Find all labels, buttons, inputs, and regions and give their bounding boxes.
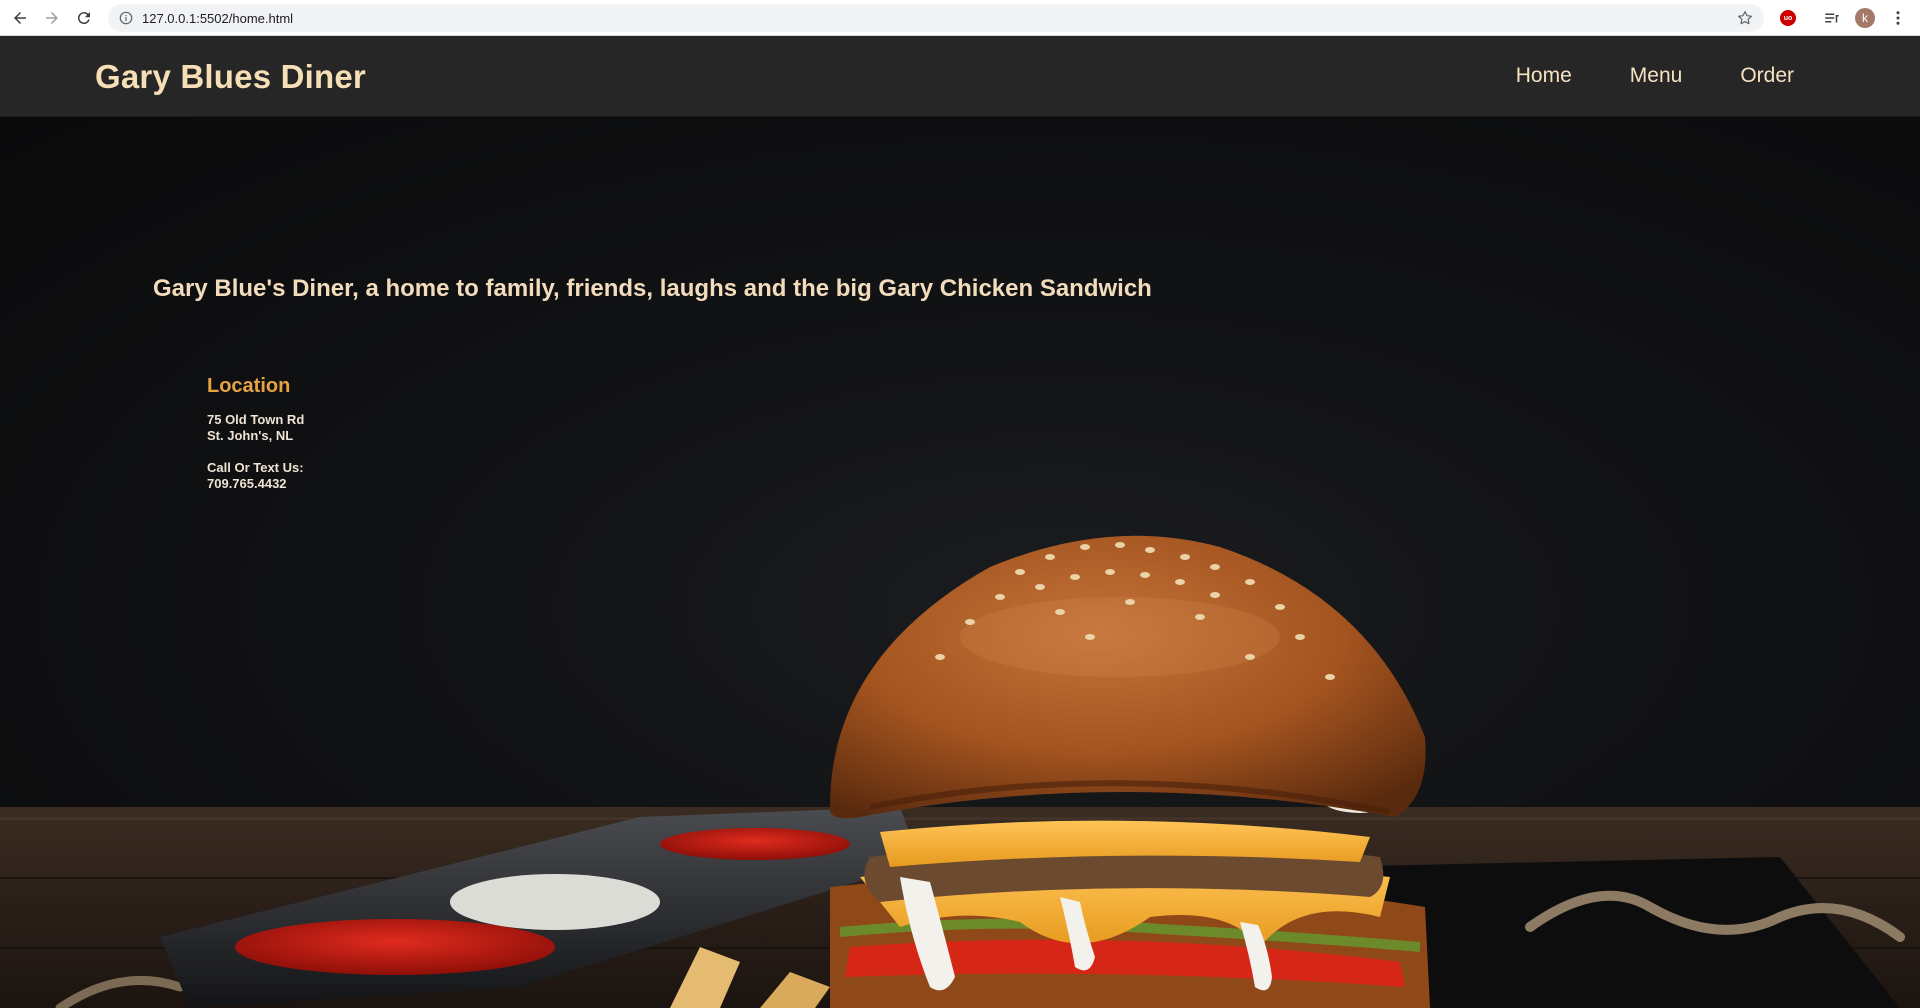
location-info: Location 75 Old Town Rd St. John's, NL C… — [207, 375, 304, 492]
location-title: Location — [207, 375, 291, 397]
kebab-menu-icon — [1896, 11, 1900, 25]
arrow-left-icon — [14, 12, 26, 24]
info-icon[interactable] — [118, 10, 134, 26]
hero-section: Gary Blue's Diner, a home to family, fri… — [0, 117, 1920, 1008]
shield-icon: uo — [1780, 10, 1796, 26]
site-header: Gary Blues Diner Home Menu Order — [0, 36, 1920, 117]
reading-list-icon — [1825, 13, 1839, 23]
contact-label: Call Or Text Us: — [207, 460, 304, 475]
address-line-2: St. John's, NL — [207, 428, 294, 443]
arrow-right-icon — [46, 12, 58, 24]
star-icon[interactable] — [1736, 9, 1754, 27]
browser-menu-button[interactable] — [1888, 8, 1908, 28]
forward-button[interactable] — [40, 6, 64, 30]
reload-button[interactable] — [72, 6, 96, 30]
ublock-extension-button[interactable]: uo — [1778, 8, 1798, 28]
avatar: k — [1855, 8, 1875, 28]
nav-home-link[interactable]: Home — [1516, 64, 1572, 88]
hero-tagline: Gary Blue's Diner, a home to family, fri… — [153, 275, 1152, 302]
reading-list-button[interactable] — [1822, 8, 1842, 28]
nav-menu-link[interactable]: Menu — [1630, 64, 1683, 88]
phone-number: 709.765.4432 — [207, 476, 287, 491]
reload-icon — [77, 12, 90, 25]
nav-order-link[interactable]: Order — [1740, 64, 1794, 88]
burger-hero-image — [0, 535, 1920, 1008]
address-line-1: 75 Old Town Rd — [207, 412, 305, 427]
profile-button[interactable]: k — [1855, 8, 1875, 28]
address-bar[interactable]: 127.0.0.1:5502/home.html — [108, 4, 1764, 32]
url-text[interactable]: 127.0.0.1:5502/home.html — [142, 11, 293, 26]
browser-toolbar: 127.0.0.1:5502/home.html uo k — [0, 0, 1920, 36]
back-button[interactable] — [8, 6, 32, 30]
main-nav: Home Menu Order — [1516, 64, 1794, 88]
site-brand[interactable]: Gary Blues Diner — [95, 58, 366, 96]
